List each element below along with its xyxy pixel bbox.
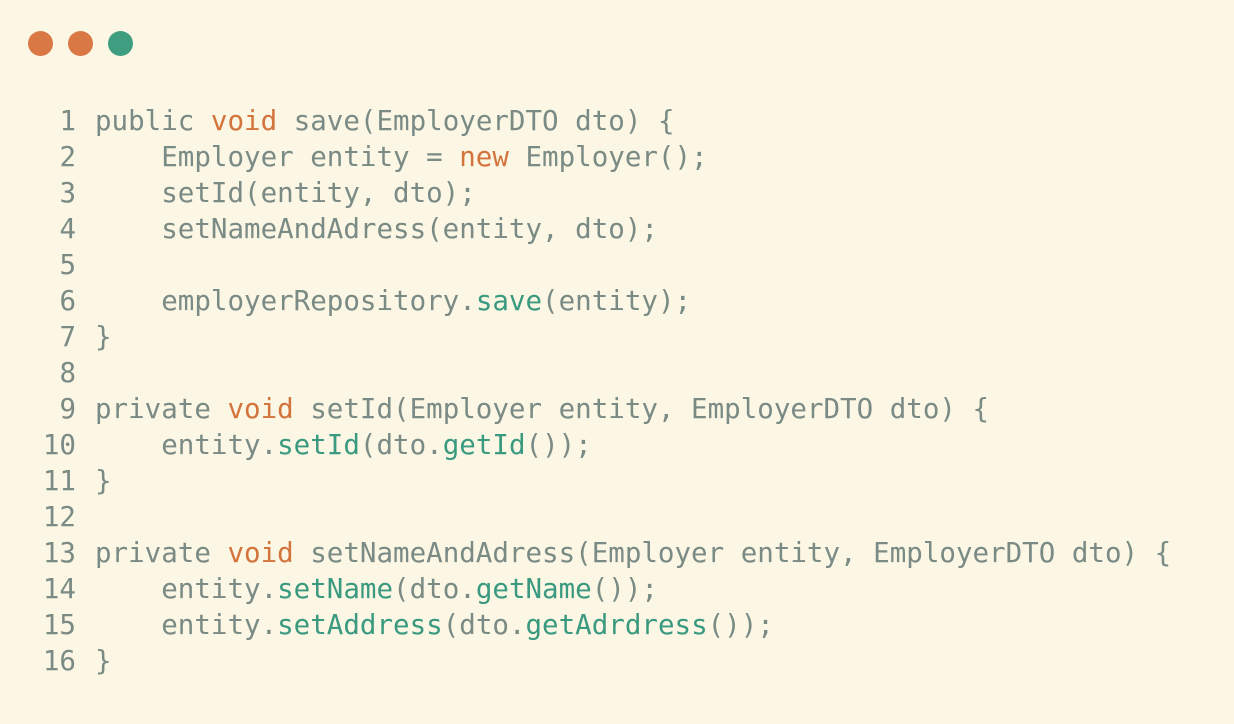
code-text: } [95,319,112,355]
code-line: 3 setId(entity, dto); [32,175,1171,211]
code-token: setNameAndAdress(Employer entity, Employ… [293,537,1172,569]
window-controls [28,31,133,56]
line-number: 10 [42,429,76,461]
line-number: 16 [42,645,76,677]
code-token: (entity); [542,285,692,317]
code-text: entity.setName(dto.getName()); [95,571,658,607]
line-number: 4 [59,213,76,245]
code-line: 14 entity.setName(dto.getName()); [32,571,1171,607]
code-line: 1 public void save(EmployerDTO dto) { [32,103,1171,139]
close-dot-icon[interactable] [28,31,53,56]
code-token: ()); [525,429,592,461]
code-token: private [95,393,228,425]
code-line: 9 private void setId(Employer entity, Emp… [32,391,1171,427]
code-text: } [95,463,112,499]
keyword-token: void [227,537,294,569]
code-token: save(EmployerDTO dto) { [277,105,675,137]
code-token: } [95,321,112,353]
code-text: private void setId(Employer entity, Empl… [95,391,989,427]
code-line: 2 Employer entity = new Employer(); [32,139,1171,175]
line-number: 1 [59,105,76,137]
line-number: 7 [59,321,76,353]
maximize-dot-icon[interactable] [108,31,133,56]
line-number: 15 [42,609,76,641]
code-line: 6 employerRepository.save(entity); [32,283,1171,319]
code-token: employerRepository. [95,285,476,317]
method-token: getId [442,429,526,461]
code-token: Employer(); [508,141,708,173]
code-line: 12 [32,499,1171,535]
line-number: 9 [59,393,76,425]
code-token: (dto. [359,429,443,461]
code-window: 1 public void save(EmployerDTO dto) {2 Em… [0,0,1234,724]
code-text: Employer entity = new Employer(); [95,139,708,175]
line-number: 8 [59,357,76,389]
code-token: } [95,645,112,677]
line-number: 2 [59,141,76,173]
code-token: entity. [95,573,278,605]
keyword-token: new [459,141,509,173]
code-token: entity. [95,609,278,641]
line-number: 14 [42,573,76,605]
code-token: private [95,537,228,569]
code-line: 4 setNameAndAdress(entity, dto); [32,211,1171,247]
code-text: employerRepository.save(entity); [95,283,691,319]
code-token: entity. [95,429,278,461]
code-line: 5 [32,247,1171,283]
method-token: setAddress [277,609,443,641]
code-token: ()); [707,609,774,641]
code-line: 10 entity.setId(dto.getId()); [32,427,1171,463]
minimize-dot-icon[interactable] [68,31,93,56]
code-line: 8 [32,355,1171,391]
code-token: (dto. [393,573,476,605]
method-token: getAdrdress [525,609,708,641]
code-token: setId(entity, dto); [95,177,476,209]
keyword-token: void [210,105,278,137]
code-text: entity.setAddress(dto.getAdrdress()); [95,607,774,643]
code-token: setId(Employer entity, EmployerDTO dto) … [293,393,990,425]
code-text: } [95,643,112,679]
code-line: 11} [32,463,1171,499]
code-text: entity.setId(dto.getId()); [95,427,592,463]
code-editor: 1 public void save(EmployerDTO dto) {2 Em… [32,103,1171,679]
code-line: 15 entity.setAddress(dto.getAdrdress()); [32,607,1171,643]
keyword-token: void [227,393,294,425]
line-number: 3 [59,177,76,209]
code-token: public [95,105,211,137]
code-token: Employer entity = [95,141,460,173]
line-number: 11 [42,465,76,497]
code-token: ()); [591,573,658,605]
line-number: 6 [59,285,76,317]
code-text: setNameAndAdress(entity, dto); [95,211,658,247]
code-text: public void save(EmployerDTO dto) { [95,103,675,139]
code-line: 16} [32,643,1171,679]
method-token: save [475,285,543,317]
code-token: setNameAndAdress(entity, dto); [95,213,658,245]
line-number: 12 [42,501,76,533]
code-text: setId(entity, dto); [95,175,476,211]
code-token: (dto. [442,609,526,641]
method-token: getName [475,573,592,605]
line-number: 5 [59,249,76,281]
code-line: 13 private void setNameAndAdress(Employer… [32,535,1171,571]
method-token: setName [277,573,394,605]
method-token: setId [277,429,360,461]
code-token: } [95,465,112,497]
line-number: 13 [42,537,76,569]
code-text: private void setNameAndAdress(Employer e… [95,535,1171,571]
code-line: 7} [32,319,1171,355]
